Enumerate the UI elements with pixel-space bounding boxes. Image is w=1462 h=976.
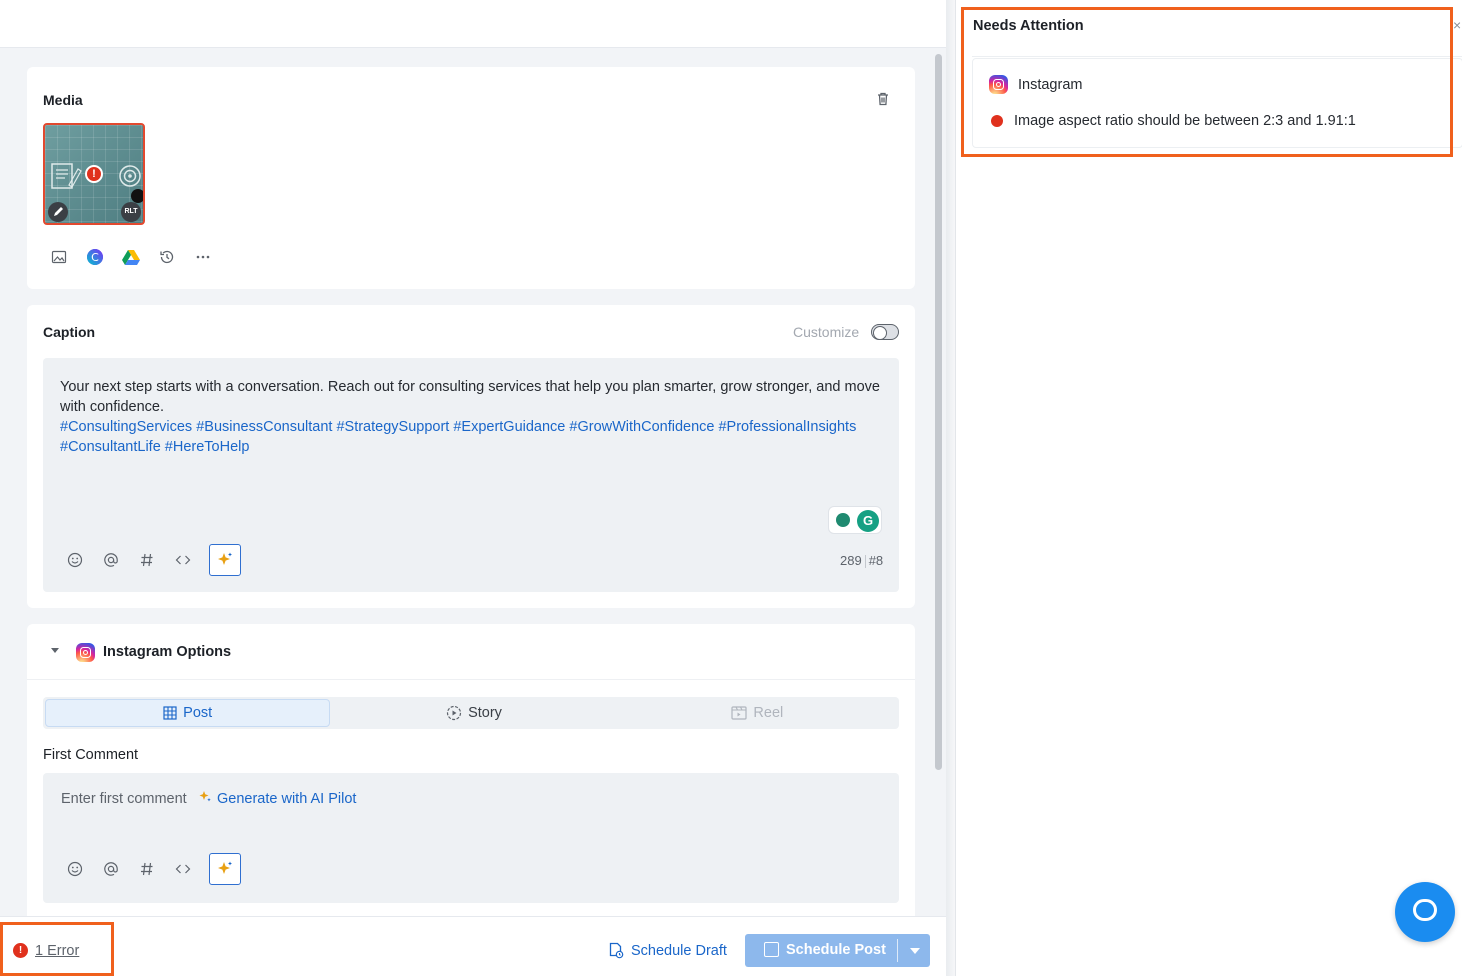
emoji-icon[interactable] xyxy=(65,550,85,570)
media-thumbnail[interactable]: ! RLT xyxy=(43,123,145,225)
caption-title: Caption xyxy=(43,324,96,340)
ai-sparkle-icon[interactable] xyxy=(209,544,241,576)
history-icon[interactable] xyxy=(157,247,177,267)
composer-header xyxy=(0,0,946,48)
thumbnail-error-icon: ! xyxy=(85,165,103,183)
trash-icon[interactable] xyxy=(875,91,891,107)
document-illustration-icon xyxy=(51,163,82,189)
composer-panel: Media ! RLT C Caption Customize Your nex… xyxy=(0,0,946,976)
counter-divider xyxy=(864,555,866,569)
chat-icon xyxy=(1413,899,1437,921)
target-illustration-icon xyxy=(119,165,141,187)
first-comment-placeholder: Enter first comment xyxy=(61,791,187,807)
schedule-post-label: Schedule Post xyxy=(786,942,886,958)
collapse-caret-icon[interactable] xyxy=(51,648,59,653)
caption-editor[interactable]: Your next step starts with a conversatio… xyxy=(43,358,899,592)
media-card: Media ! RLT C xyxy=(27,67,915,289)
button-divider xyxy=(897,939,898,962)
draft-file-icon xyxy=(609,942,624,959)
edit-image-icon[interactable] xyxy=(48,202,68,222)
instagram-options-card: Instagram Options Post Story Reel First … xyxy=(27,624,915,924)
caption-body: Your next step starts with a conversatio… xyxy=(60,379,880,415)
svg-text:C: C xyxy=(91,251,99,264)
tab-post[interactable]: Post xyxy=(45,699,331,727)
chevron-down-icon[interactable] xyxy=(910,948,920,954)
alt-text-button[interactable]: RLT xyxy=(121,202,141,222)
hashtag-count: #8 xyxy=(868,553,884,568)
caption-hashtags: #ConsultingServices #BusinessConsultant … xyxy=(60,419,857,455)
first-comment-editor[interactable]: Enter first comment Generate with AI Pil… xyxy=(43,773,899,903)
reel-icon xyxy=(731,706,748,720)
close-icon[interactable]: × xyxy=(1453,17,1461,33)
more-icon[interactable] xyxy=(193,247,213,267)
grid-icon xyxy=(163,706,177,720)
calendar-icon xyxy=(764,942,779,957)
story-icon xyxy=(446,705,462,721)
hashtag-icon[interactable] xyxy=(137,859,157,879)
customize-label: Customize xyxy=(793,324,860,340)
chat-support-button[interactable] xyxy=(1395,882,1455,942)
mention-icon[interactable] xyxy=(101,550,121,570)
instagram-options-header[interactable]: Instagram Options xyxy=(27,624,915,680)
schedule-draft-label: Schedule Draft xyxy=(631,942,727,959)
caption-text[interactable]: Your next step starts with a conversatio… xyxy=(60,377,890,457)
char-counter: 289 #8 xyxy=(840,553,884,569)
composer-footer: ! 1 Error Schedule Draft Schedule Post xyxy=(0,916,946,976)
emoji-icon[interactable] xyxy=(65,859,85,879)
generate-ai-link[interactable]: Generate with AI Pilot xyxy=(217,791,356,807)
code-icon[interactable] xyxy=(173,550,193,570)
scrollbar-thumb[interactable] xyxy=(935,54,942,770)
canva-icon[interactable]: C xyxy=(85,247,105,267)
ai-sparkle-icon[interactable] xyxy=(209,853,241,885)
tab-story[interactable]: Story xyxy=(332,697,615,729)
instagram-icon xyxy=(76,643,95,662)
caption-toolbar xyxy=(65,544,241,576)
annotation-highlight-needs-attention xyxy=(961,7,1453,157)
thumbnail-marker xyxy=(131,189,143,203)
mention-icon[interactable] xyxy=(101,859,121,879)
image-upload-icon[interactable] xyxy=(49,247,69,267)
media-title: Media xyxy=(43,92,83,108)
lightbulb-icon[interactable] xyxy=(836,513,850,527)
code-icon[interactable] xyxy=(173,859,193,879)
first-comment-toolbar xyxy=(65,853,241,885)
sparkle-icon xyxy=(199,791,211,802)
caption-card: Caption Customize Your next step starts … xyxy=(27,305,915,608)
grammarly-icon[interactable]: G xyxy=(857,510,879,532)
schedule-post-button[interactable]: Schedule Post xyxy=(745,934,930,967)
panel-separator xyxy=(946,0,955,976)
media-toolbar: C xyxy=(49,247,213,267)
first-comment-label: First Comment xyxy=(43,747,139,763)
annotation-highlight-error xyxy=(0,922,114,976)
instagram-options-title: Instagram Options xyxy=(103,644,232,660)
customize-toggle[interactable] xyxy=(871,324,899,340)
post-type-tabs: Post Story Reel xyxy=(43,697,899,729)
tab-story-label: Story xyxy=(468,705,502,721)
hashtag-icon[interactable] xyxy=(137,550,157,570)
schedule-draft-button[interactable]: Schedule Draft xyxy=(608,942,727,959)
google-drive-icon[interactable] xyxy=(121,247,141,267)
char-count: 289 xyxy=(840,553,862,568)
grammarly-widget[interactable]: G xyxy=(828,506,882,534)
tab-reel-label: Reel xyxy=(753,705,784,721)
tab-post-label: Post xyxy=(183,705,213,721)
tab-reel[interactable]: Reel xyxy=(616,697,899,729)
